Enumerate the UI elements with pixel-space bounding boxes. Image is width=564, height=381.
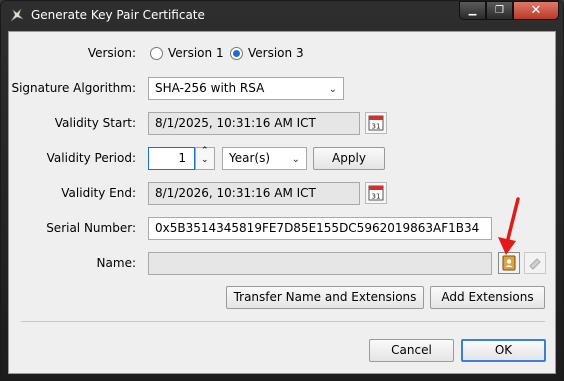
version-1-label[interactable]: Version 1: [168, 46, 224, 60]
signature-algorithm-value: SHA-256 with RSA: [155, 81, 265, 95]
app-icon: [10, 8, 24, 22]
name-label: Name:: [96, 256, 136, 270]
dialog-body: Version: Version 1 Version 3 Signature A…: [8, 31, 556, 374]
minimize-button[interactable]: ▁: [459, 1, 486, 20]
validity-end-field[interactable]: 8/1/2026, 10:31:16 AM ICT: [148, 182, 360, 205]
maximize-button[interactable]: ❐: [486, 1, 513, 20]
validity-start-label: Validity Start:: [54, 116, 136, 130]
close-button[interactable]: ✕: [513, 1, 559, 20]
red-arrow-annotation: [498, 197, 520, 255]
signature-algorithm-select[interactable]: SHA-256 with RSA ⌄: [148, 77, 344, 100]
signature-algorithm-label: Signature Algorithm:: [11, 81, 136, 95]
validity-unit-select[interactable]: Year(s) ⌄: [222, 147, 307, 170]
add-extensions-button[interactable]: Add Extensions: [430, 286, 545, 309]
version-3-label[interactable]: Version 3: [248, 46, 304, 60]
validity-end-calendar-button[interactable]: 31: [365, 182, 387, 204]
serial-number-label: Serial Number:: [46, 221, 136, 235]
window-controls: ▁ ❐ ✕: [459, 1, 559, 21]
chevron-down-icon: ⌄: [291, 154, 300, 165]
dialog-window: Generate Key Pair Certificate ▁ ❐ ✕ Vers…: [0, 0, 564, 381]
validity-period-label: Validity Period:: [46, 151, 136, 165]
title-bar[interactable]: Generate Key Pair Certificate ▁ ❐ ✕: [1, 1, 563, 31]
cancel-button[interactable]: Cancel: [369, 339, 454, 362]
maximize-icon: ❐: [495, 5, 504, 16]
validity-unit-value: Year(s): [229, 151, 271, 165]
chevron-down-icon: ⌄: [328, 84, 337, 95]
calendar-icon: 31: [368, 115, 384, 131]
version-label: Version:: [87, 46, 136, 60]
calendar-day-text: 31: [372, 123, 381, 131]
calendar-icon: 31: [368, 185, 384, 201]
validity-period-stepper[interactable]: ⌃ ⌄: [195, 146, 215, 170]
separator: [21, 321, 545, 322]
close-icon: ✕: [530, 3, 542, 18]
calendar-day-text: 31: [372, 193, 381, 201]
window-title: Generate Key Pair Certificate: [31, 8, 205, 22]
validity-start-calendar-button[interactable]: 31: [365, 112, 387, 134]
version-3-radio[interactable]: [230, 47, 243, 60]
minimize-icon: ▁: [468, 5, 477, 16]
serial-number-field[interactable]: 0x5B3514345819FE7D85E155DC5962019863AF1B…: [148, 217, 492, 240]
validity-period-input[interactable]: 1: [148, 147, 195, 170]
validity-start-field[interactable]: 8/1/2025, 10:31:16 AM ICT: [148, 112, 360, 135]
clear-name-button[interactable]: [524, 252, 546, 274]
apply-button[interactable]: Apply: [313, 147, 385, 170]
transfer-name-extensions-button[interactable]: Transfer Name and Extensions: [226, 286, 424, 309]
name-field[interactable]: [148, 252, 492, 275]
chevron-down-icon[interactable]: ⌄: [201, 155, 209, 165]
validity-end-label: Validity End:: [61, 186, 136, 200]
eraser-icon: [529, 258, 541, 270]
version-1-radio[interactable]: [150, 47, 163, 60]
ok-button[interactable]: OK: [461, 339, 546, 362]
